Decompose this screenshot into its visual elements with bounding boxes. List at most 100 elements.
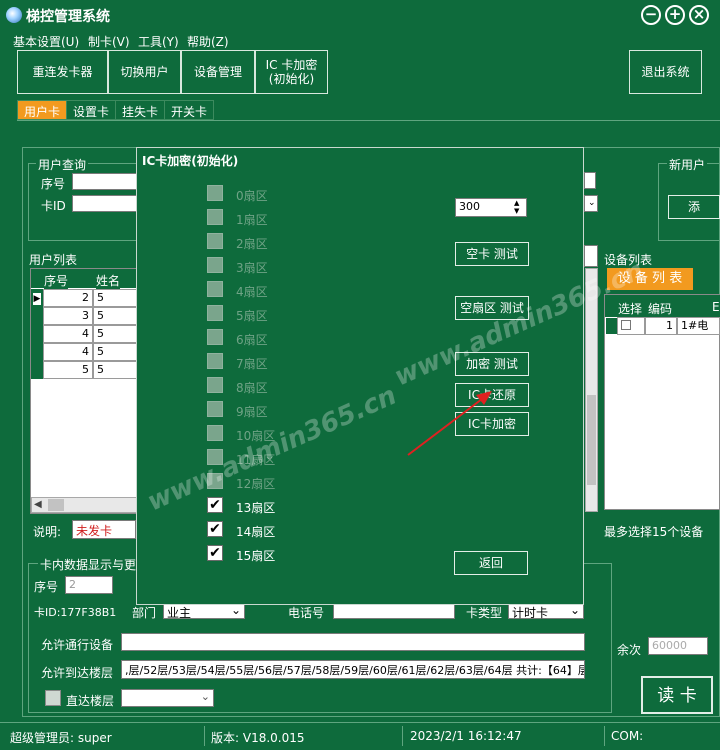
table-cell-seq[interactable]: 4 bbox=[43, 343, 93, 361]
sector-checkbox[interactable] bbox=[207, 257, 223, 273]
seq-search-input[interactable] bbox=[72, 173, 138, 190]
status-divider bbox=[402, 726, 403, 746]
sector-checkbox[interactable] bbox=[207, 353, 223, 369]
ic-card-encrypt-button[interactable]: IC 卡加密 (初始化) bbox=[255, 50, 328, 94]
tab-user-card[interactable]: 用户卡 bbox=[17, 100, 68, 120]
device-combo-edge[interactable] bbox=[584, 245, 598, 267]
sector-checkbox[interactable] bbox=[207, 401, 223, 417]
empty-card-test-button[interactable]: 空卡 测试 bbox=[455, 242, 529, 266]
device-row-pointer bbox=[606, 318, 617, 334]
sector-checkbox[interactable] bbox=[207, 329, 223, 345]
sector-checkbox[interactable] bbox=[207, 425, 223, 441]
device-select-cell[interactable] bbox=[617, 317, 645, 335]
checkmark-icon: ✔ bbox=[209, 497, 221, 513]
tab-divider bbox=[17, 120, 720, 121]
spin-down-icon[interactable]: ▼ bbox=[514, 207, 519, 215]
dept-value: 业主 bbox=[167, 606, 192, 620]
interval-value: 300 bbox=[459, 200, 480, 213]
device-select-checkbox[interactable] bbox=[621, 320, 631, 330]
col-e-header[interactable]: E bbox=[712, 300, 720, 314]
back-button[interactable]: 返回 bbox=[454, 551, 528, 575]
table-cell-seq[interactable]: 4 bbox=[43, 325, 93, 343]
spin-up-icon[interactable]: ▲ bbox=[514, 199, 519, 207]
tab-switch-card[interactable]: 开关卡 bbox=[164, 100, 215, 120]
card-id-search-input[interactable] bbox=[72, 195, 138, 212]
col-seq-header[interactable]: 序号 bbox=[44, 272, 69, 289]
device-scroll-thumb[interactable] bbox=[587, 395, 596, 485]
allow-floor-input[interactable]: ,层/52层/53层/54层/55层/56层/57层/58层/59层/60层/6… bbox=[121, 660, 585, 679]
card-seq-input[interactable]: 2 bbox=[65, 576, 113, 594]
table-cell-name[interactable]: 5 bbox=[93, 325, 138, 343]
maximize-icon[interactable]: + bbox=[665, 5, 685, 25]
sector-checkbox[interactable]: ✔ bbox=[207, 545, 223, 561]
dropdown-icon: ⌄ bbox=[200, 690, 210, 703]
balance-input[interactable]: 60000 bbox=[648, 637, 708, 655]
sector-checkbox[interactable]: ✔ bbox=[207, 497, 223, 513]
card-data-title: 卡内数据显示与更 bbox=[38, 556, 139, 573]
allow-device-input[interactable] bbox=[121, 633, 585, 651]
sector-checkbox[interactable] bbox=[207, 305, 223, 321]
sector-checkbox[interactable] bbox=[207, 209, 223, 225]
menu-basic-settings[interactable]: 基本设置(U) bbox=[13, 33, 79, 50]
window-title: 梯控管理系统 bbox=[26, 9, 110, 25]
status-version: 版本: V18.0.015 bbox=[211, 731, 305, 745]
add-user-button[interactable]: 添 bbox=[668, 195, 720, 219]
reconnect-card-issuer-button[interactable]: 重连发卡器 bbox=[17, 50, 108, 94]
balance-label: 余次 bbox=[617, 643, 642, 657]
direct-floor-checkbox[interactable] bbox=[45, 690, 61, 706]
query-field-right-edge[interactable] bbox=[584, 172, 596, 189]
table-cell-name[interactable]: 5 bbox=[93, 289, 138, 307]
table-cell-seq[interactable]: 5 bbox=[43, 361, 93, 379]
table-cell-seq[interactable]: 3 bbox=[43, 307, 93, 325]
sector-checkbox[interactable]: ✔ bbox=[207, 521, 223, 537]
phone-label: 电话号 bbox=[288, 606, 325, 620]
scroll-left-icon[interactable]: ◀ bbox=[34, 499, 42, 510]
sector-label: 4扇区 bbox=[236, 285, 268, 299]
scroll-thumb[interactable] bbox=[48, 499, 64, 511]
col-select-header[interactable]: 选择 bbox=[618, 300, 643, 317]
sector-checkbox[interactable] bbox=[207, 281, 223, 297]
switch-user-button[interactable]: 切换用户 bbox=[108, 50, 181, 94]
card-id-label: 卡ID bbox=[41, 199, 66, 213]
explain-status: 未发卡 bbox=[72, 520, 136, 539]
dropdown-icon[interactable]: ⌄ bbox=[584, 195, 598, 212]
sector-label: 13扇区 bbox=[236, 501, 276, 515]
device-name-cell[interactable]: 1#电 bbox=[677, 317, 720, 335]
device-code-cell[interactable]: 1 bbox=[645, 317, 677, 335]
minimize-icon[interactable]: − bbox=[641, 5, 661, 25]
status-com: COM: bbox=[611, 729, 644, 743]
status-user: 超级管理员: super bbox=[10, 731, 112, 745]
allow-floor-label: 允许到达楼层 bbox=[41, 666, 114, 680]
tab-setting-card[interactable]: 设置卡 bbox=[66, 100, 117, 120]
sector-checkbox[interactable] bbox=[207, 377, 223, 393]
status-divider bbox=[604, 726, 605, 746]
card-type-value: 计时卡 bbox=[512, 606, 549, 620]
col-name-header[interactable]: 姓名 bbox=[96, 272, 121, 289]
table-cell-name[interactable]: 5 bbox=[93, 307, 138, 325]
exit-system-button[interactable]: 退出系统 bbox=[629, 50, 702, 94]
arrow-shaft bbox=[407, 398, 483, 456]
status-datetime: 2023/2/1 16:12:47 bbox=[410, 729, 522, 743]
sector-checkbox[interactable] bbox=[207, 185, 223, 201]
table-cell-name[interactable]: 5 bbox=[93, 361, 138, 379]
device-management-button[interactable]: 设备管理 bbox=[181, 50, 255, 94]
menu-tools[interactable]: 工具(Y) bbox=[138, 33, 179, 50]
table-cell-seq[interactable]: 2 bbox=[43, 289, 93, 307]
new-user-title: 新用户 bbox=[667, 156, 708, 173]
close-icon[interactable]: × bbox=[689, 5, 709, 25]
card-id-display: 卡ID:177F38B1 bbox=[34, 606, 117, 619]
dialog-title: IC卡加密(初始化) bbox=[142, 154, 239, 168]
tab-loss-card[interactable]: 挂失卡 bbox=[115, 100, 166, 120]
sector-label: 2扇区 bbox=[236, 237, 268, 251]
direct-floor-select[interactable]: ⌄ bbox=[121, 689, 214, 707]
table-cell-name[interactable]: 5 bbox=[93, 343, 138, 361]
col-code-header[interactable]: 编码 bbox=[648, 300, 673, 317]
seq-label: 序号 bbox=[41, 177, 66, 191]
menu-help[interactable]: 帮助(Z) bbox=[187, 33, 229, 50]
menu-make-card[interactable]: 制卡(V) bbox=[88, 33, 130, 50]
read-card-button[interactable]: 读 卡 bbox=[641, 676, 713, 714]
sector-label: 8扇区 bbox=[236, 381, 268, 395]
sector-checkbox[interactable] bbox=[207, 233, 223, 249]
app-icon bbox=[6, 7, 22, 23]
checkmark-icon: ✔ bbox=[209, 521, 221, 537]
